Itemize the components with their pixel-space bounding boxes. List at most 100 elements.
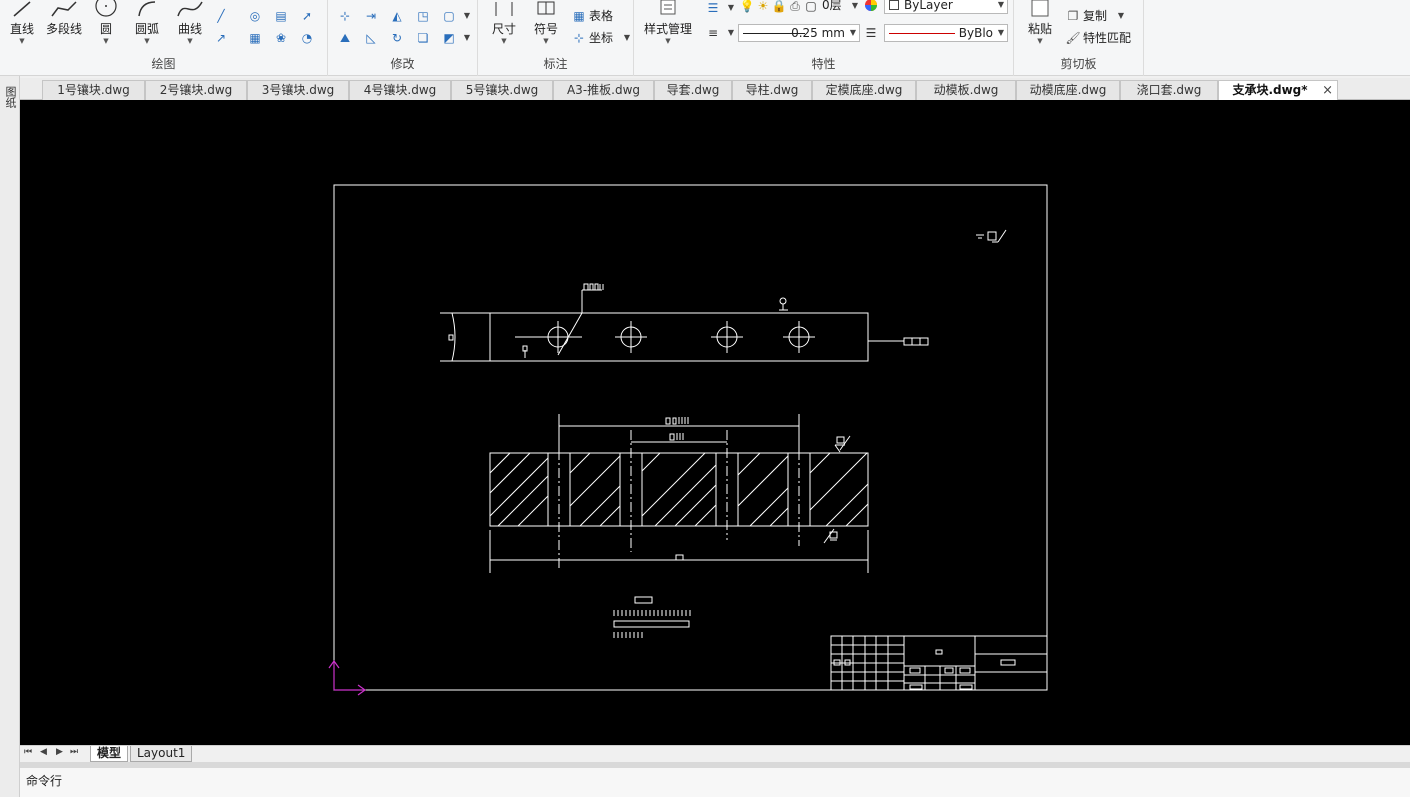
trim-icon[interactable]: ⇥ (362, 8, 380, 24)
ribbon-group-clipboard: 粘贴 ▼ ❐ 复制 ▼ 🖌 特性匹配 剪切板 (1014, 0, 1144, 76)
document-tab[interactable]: 3号镶块.dwg (247, 80, 349, 100)
point-icon[interactable]: ➚ (298, 8, 316, 24)
match-properties-button[interactable]: 特性匹配 (1083, 29, 1131, 47)
chevron-down-icon[interactable]: ▼ (458, 30, 476, 46)
chevron-down-icon: ▼ (543, 37, 549, 45)
command-line[interactable]: 命令行 (20, 768, 1410, 797)
offset-icon[interactable]: ◳ (414, 8, 432, 24)
document-tab[interactable]: 导套.dwg (654, 80, 732, 100)
lineweight-combo[interactable]: 0.25 mm ▼ (738, 24, 860, 42)
coordinate-icon[interactable]: ⊹ (570, 30, 588, 46)
chevron-down-icon: ▼ (997, 0, 1004, 9)
line-button[interactable]: 直线 ▼ (2, 0, 42, 50)
document-tab[interactable]: 定模底座.dwg (812, 80, 916, 100)
layer-manager-icon[interactable]: ☰ (704, 0, 722, 16)
roughness-symbol (976, 229, 1007, 243)
table-icon[interactable]: ▦ (570, 8, 588, 24)
copy-icon[interactable]: ❐ (1064, 8, 1082, 24)
match-properties-icon[interactable]: 🖌 (1064, 30, 1082, 46)
ribbon-group-properties: 样式管理 ▼ ☰ ▼ 💡 ☀ 🔒 ⎙ ▢ 0层 ▼ ByLayer ▼ ≡ ▼ (634, 0, 1014, 76)
circle-icon (95, 0, 117, 17)
rectangle-icon[interactable]: ▤ (272, 8, 290, 24)
tab-model[interactable]: 模型 (90, 746, 129, 762)
color-wheel-icon[interactable] (862, 0, 880, 14)
chevron-down-icon: ▼ (501, 37, 507, 45)
document-tab[interactable]: 导柱.dwg (732, 80, 812, 100)
last-layout-icon[interactable]: ⏭ (70, 747, 78, 757)
layer-color-swatch-icon[interactable]: ▢ (802, 0, 820, 14)
polyline-icon (51, 1, 77, 17)
donut-icon[interactable]: ◔ (298, 30, 316, 46)
mirror-icon[interactable]: ◭ (388, 8, 406, 24)
ucs-icon (328, 659, 367, 696)
color-combo[interactable]: ByLayer ▼ (884, 0, 1008, 14)
color-wheel-svg (865, 0, 877, 11)
rotate-icon[interactable]: ↻ (388, 30, 406, 46)
copy-button[interactable]: 复制 (1083, 7, 1107, 25)
close-icon[interactable]: × (1322, 81, 1333, 100)
array-icon[interactable]: ▢ (440, 8, 458, 24)
hatch-icon[interactable]: ▦ (246, 30, 264, 46)
layer-combo[interactable]: 0层 (822, 0, 842, 14)
document-tab[interactable]: 2号镶块.dwg (145, 80, 247, 100)
document-tab[interactable]: 5号镶块.dwg (451, 80, 553, 100)
chevron-down-icon[interactable]: ▼ (1112, 8, 1130, 24)
fillet-icon[interactable]: ◩ (440, 30, 458, 46)
lineweight-preview (743, 33, 805, 34)
top-view (440, 283, 929, 362)
table-button[interactable]: 表格 (589, 7, 613, 25)
coordinate-button[interactable]: 坐标 (589, 29, 613, 47)
style-manager-button[interactable]: 样式管理 ▼ (640, 0, 696, 50)
document-tab-active[interactable]: 支承块.dwg* × (1218, 80, 1338, 100)
center-lines (558, 414, 800, 570)
symbol-icon (537, 1, 555, 15)
chevron-down-icon: ▼ (103, 37, 109, 45)
chevron-down-icon[interactable]: ▼ (458, 8, 476, 24)
paste-button[interactable]: 粘贴 ▼ (1020, 0, 1060, 50)
style-manager-icon (660, 0, 676, 15)
polyline-button[interactable]: 多段线 (42, 0, 86, 50)
tab-layout1[interactable]: Layout1 (130, 746, 193, 762)
dimension-button[interactable]: 尺寸 ▼ (484, 0, 524, 50)
chevron-down-icon: ▼ (19, 37, 25, 45)
copy-object-icon[interactable]: ❏ (414, 30, 432, 46)
document-tab[interactable]: A3-推板.dwg (553, 80, 654, 100)
next-layout-icon[interactable]: ▶ (56, 747, 63, 757)
arc-icon (138, 1, 156, 17)
drawing-canvas[interactable] (20, 100, 1410, 745)
line-icon (13, 1, 31, 17)
document-tab[interactable]: 动模底座.dwg (1016, 80, 1120, 100)
linetype-icon[interactable]: ☰ (862, 25, 880, 41)
stretch-icon[interactable]: ⛰ (336, 30, 354, 46)
section-dimensions (489, 414, 869, 573)
ray-icon[interactable]: ↗ (212, 30, 230, 46)
section-view (489, 452, 869, 527)
linetype-preview (889, 33, 955, 34)
paste-icon (1031, 0, 1049, 17)
document-tab[interactable]: 4号镶块.dwg (349, 80, 451, 100)
document-tab[interactable]: 1号镶块.dwg (42, 80, 145, 100)
document-tab[interactable]: 浇口套.dwg (1120, 80, 1218, 100)
ellipse-icon[interactable]: ◎ (246, 8, 264, 24)
move-icon[interactable]: ⊹ (336, 8, 354, 24)
scale-icon[interactable]: ◺ (362, 30, 380, 46)
side-palette-strip[interactable]: 图纸 (0, 76, 20, 797)
curve-button[interactable]: 曲线 ▼ (170, 0, 210, 50)
lineweight-icon[interactable]: ≡ (704, 25, 722, 41)
cad-window: 直线 ▼ 多段线 圆 ▼ 圆弧 ▼ 曲线 ▼ ╱ ↗ ◎ ▦ ▤ ❀ ➚ ◔ 绘… (0, 0, 1410, 797)
side-palette-label: 图纸 (4, 86, 17, 108)
chevron-down-icon: ▼ (144, 37, 150, 45)
linetype-combo[interactable]: ByBlo ▼ (884, 24, 1008, 42)
circle-button[interactable]: 圆 ▼ (86, 0, 126, 50)
arc-button[interactable]: 圆弧 ▼ (127, 0, 167, 50)
first-layout-icon[interactable]: ⏮ (24, 747, 32, 757)
curve-icon (177, 1, 203, 17)
prev-layout-icon[interactable]: ◀ (40, 747, 47, 757)
ribbon-group-annotate: 尺寸 ▼ 符号 ▼ ▦ 表格 ⊹ 坐标 ▼ 标注 (478, 0, 634, 76)
region-icon[interactable]: ❀ (272, 30, 290, 46)
construction-line-icon[interactable]: ╱ (212, 8, 230, 24)
symbol-button[interactable]: 符号 ▼ (526, 0, 566, 50)
chevron-down-icon: ▼ (997, 28, 1004, 37)
dimension-icon (495, 2, 513, 16)
document-tab[interactable]: 动模板.dwg (916, 80, 1016, 100)
